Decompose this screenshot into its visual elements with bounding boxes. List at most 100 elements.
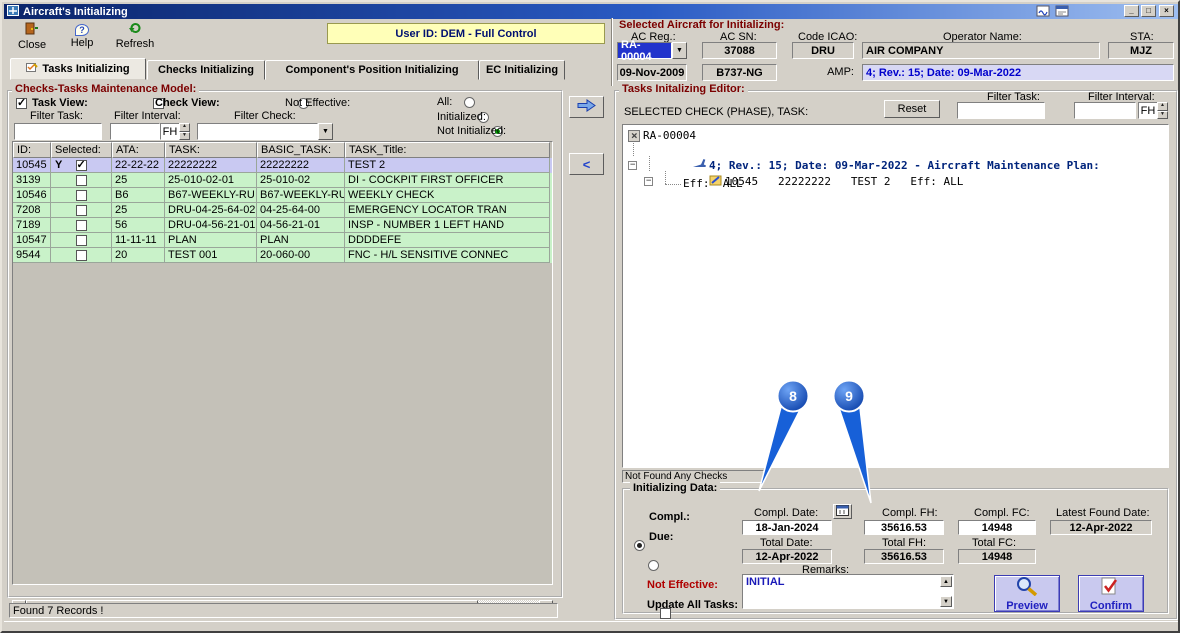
move-left-button[interactable]: < [569,153,604,175]
compl-radio[interactable] [634,540,645,551]
minimize-button[interactable]: _ [1124,5,1139,17]
editor-filter-interval-input[interactable] [1074,102,1136,119]
total-date-field: 12-Apr-2022 [742,549,832,564]
maximize-button[interactable]: □ [1141,5,1156,17]
tab-ec-initializing[interactable]: EC Initializing [479,60,565,80]
titlebar-sign-icon[interactable] [1036,5,1050,20]
latest-found-date-label: Latest Found Date: [1056,507,1150,519]
row-select-checkbox[interactable] [75,174,87,186]
tree-node-effectivity[interactable]: Eff: ALL [683,177,743,190]
col-header-basic-task[interactable]: BASIC_TASK: [257,142,345,158]
remarks-scroll-up[interactable]: ▲ [940,576,952,587]
row-select-checkbox[interactable] [75,158,87,172]
table-header: ID: Selected: ATA: TASK: BASIC_TASK: TAS… [13,142,552,158]
table-row[interactable]: 9544 20 TEST 001 20-060-00 FNC - H/L SEN… [13,248,552,263]
row-select-checkbox[interactable] [75,189,87,201]
user-banner: User ID: DEM - Full Control [327,23,605,44]
due-label: Due: [649,531,674,543]
magnifier-icon [1014,576,1040,599]
compl-date-input[interactable]: 18-Jan-2024 [742,520,832,535]
titlebar-form-icon[interactable] [1055,5,1069,20]
filter-check-dropdown[interactable]: ▼ [197,123,333,140]
calendar-button[interactable] [833,504,852,519]
move-right-button[interactable] [569,96,604,118]
reset-button[interactable]: Reset [884,100,940,118]
ac-reg-combo[interactable]: RA-00004 ▼ [617,39,687,63]
compl-fc-label: Compl. FC: [974,507,1030,519]
editor-interval-spin-down[interactable]: ▼ [1157,110,1168,119]
editor-filter-task-input[interactable] [957,102,1045,119]
amp-field: 4; Rev.: 15; Date: 09-Mar-2022 [862,64,1174,81]
remarks-textarea[interactable]: INITIAL ▲ ▼ [742,574,954,609]
filter-interval-unit[interactable]: FH ▲ ▼ [160,123,190,140]
total-fh-field: 35616.53 [864,549,944,564]
table-row[interactable]: 7208 25 DRU-04-25-64-02 04-25-64-00 EMER… [13,203,552,218]
row-select-checkbox[interactable] [75,204,87,216]
selected-check-task-label: SELECTED CHECK (PHASE), TASK: [624,106,809,118]
ac-type-field: B737-NG [702,64,777,81]
interval-spin-up[interactable]: ▲ [179,123,190,132]
calendar-icon [836,504,849,519]
table-row[interactable]: 10547 11-11-11 PLAN PLAN DDDDEFE [13,233,552,248]
ac-reg-combo-arrow[interactable]: ▼ [672,42,687,59]
col-header-id[interactable]: ID: [13,142,51,158]
due-radio[interactable] [648,560,660,571]
compl-fh-input[interactable]: 35616.53 [864,520,944,535]
tab-tasks-initializing[interactable]: Tasks Initializing [10,58,146,80]
table-row[interactable]: 3139 25 25-010-02-01 25-010-02 DI - COCK… [13,173,552,188]
maintenance-model-title: Checks-Tasks Maintenance Model: [12,83,200,95]
col-header-selected[interactable]: Selected: [51,142,112,158]
update-all-tasks-label: Update All Tasks: [647,599,739,611]
initialized-label: Initialized: [437,111,486,123]
window-title: Aircraft's Initializing [23,5,128,18]
col-header-task[interactable]: TASK: [165,142,257,158]
app-icon [7,4,19,19]
right-arrow-icon [576,99,597,115]
remarks-scroll-down[interactable]: ▼ [940,596,952,607]
all-label: All: [437,96,453,108]
confirm-button[interactable]: Confirm [1078,575,1144,612]
collapse-toggle-icon[interactable] [644,176,653,187]
tree-node-aircraft[interactable]: RA-00004 [628,129,696,142]
total-fc-field: 14948 [958,549,1036,564]
task-view-checkbox[interactable] [16,96,27,109]
collapse-toggle-icon[interactable] [628,160,637,171]
row-select-checkbox[interactable] [75,219,87,231]
help-icon: ? [75,23,89,36]
filter-check-label: Filter Check: [234,110,296,122]
filter-check-dropdown-arrow[interactable]: ▼ [318,123,333,140]
row-select-checkbox[interactable] [75,234,87,246]
ac-date-field: 09-Nov-2009 [617,64,687,81]
filter-interval-label: Filter Interval: [114,110,181,122]
close-button[interactable]: Close [10,21,54,51]
preview-button[interactable]: Preview [994,575,1060,612]
aircraft-section-title: Selected Aircraft for Initializing: [619,19,785,31]
table-row[interactable]: 10546 B6 B67-WEEKLY-RU B67-WEEKLY-RU WEE… [13,188,552,203]
interval-spin-down[interactable]: ▼ [179,131,190,140]
close-window-button[interactable]: × [1159,5,1174,17]
col-header-task-title[interactable]: TASK_Title: [345,142,550,158]
help-button[interactable]: ? Help [60,21,104,51]
operator-name-field: AIR COMPANY [862,42,1100,59]
filter-task-label: Filter Task: [30,110,83,122]
tasks-editor-title: Tasks Initalizing Editor: [619,83,748,95]
filter-task-input[interactable] [14,123,102,140]
tab-components-position-initializing[interactable]: Component's Position Initializing [265,60,479,80]
editor-filter-interval-unit[interactable]: FH ▲ ▼ [1138,102,1168,119]
check-view-label: Check View: [155,97,220,109]
col-header-ata[interactable]: ATA: [112,142,165,158]
not-effective-label: Not Effective: [285,97,351,109]
editor-interval-spin-up[interactable]: ▲ [1157,102,1168,111]
total-fh-label: Total FH: [882,537,927,549]
records-status: Found 7 Records ! [9,603,558,618]
compl-fc-input[interactable]: 14948 [958,520,1036,535]
refresh-button[interactable]: Refresh [110,21,160,51]
row-select-checkbox[interactable] [75,249,87,261]
task-view-label: Task View: [32,97,88,109]
filter-interval-input[interactable] [110,123,160,140]
tab-checks-initializing[interactable]: Checks Initializing [147,60,265,80]
table-row[interactable]: 7189 56 DRU-04-56-21-01 04-56-21-01 INSP… [13,218,552,233]
aircraft-node-icon [628,129,640,142]
bottom-status-strip [4,621,1178,631]
table-row[interactable]: 10545 Y 22-22-22 22222222 22222222 TEST … [13,158,552,173]
